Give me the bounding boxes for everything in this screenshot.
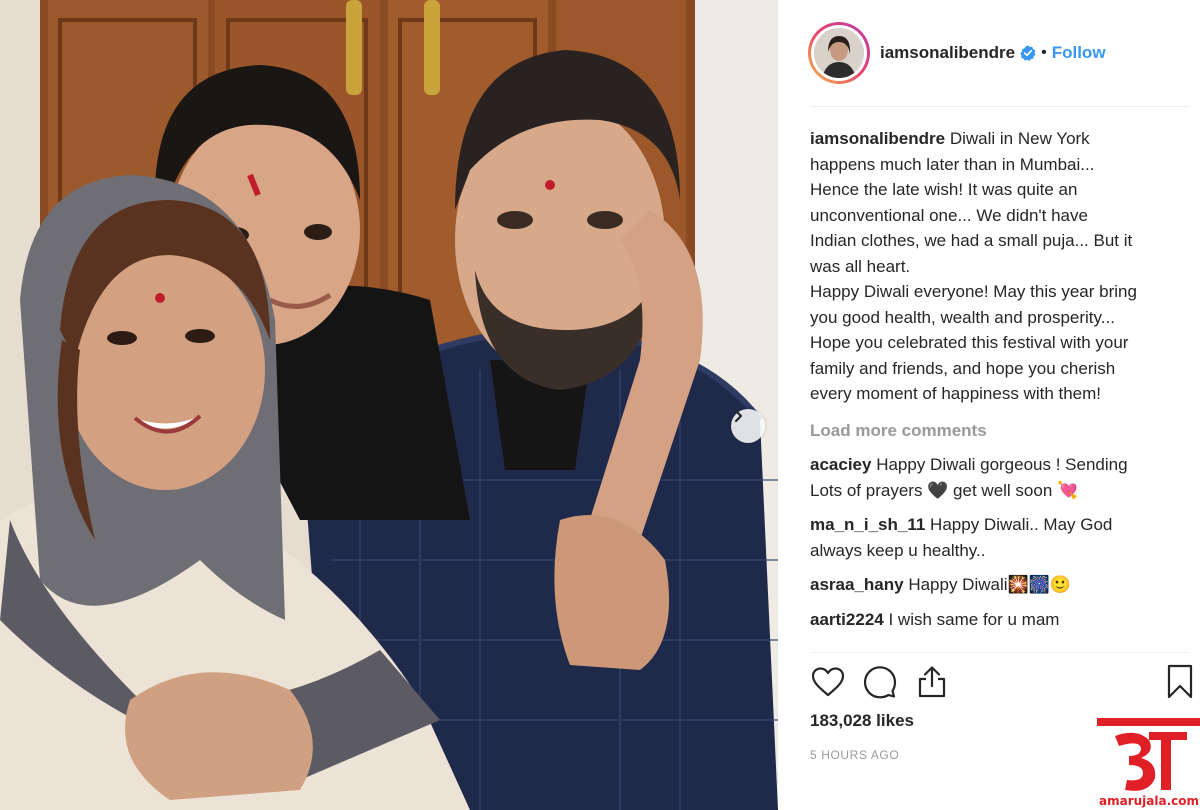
comments-section: iamsonalibendre Diwali in New York happe… [810,126,1178,632]
caption-text-line: was all heart. [810,256,911,276]
post-sidebar: iamsonalibendre • Follow iamsonalibendre… [778,0,1200,810]
comment-username[interactable]: ma_n_i_sh_11 [810,515,925,534]
actions-divider [810,652,1190,653]
verified-badge-icon [1020,45,1036,61]
post-photo [0,0,778,810]
chevron-right-icon [734,409,743,423]
caption-text-line: Hope you celebrated this festival with y… [810,333,1129,352]
family-photo-image [0,0,778,810]
header-divider [810,106,1190,107]
caption-text-line: Diwali in New York [949,129,1090,148]
comment-username[interactable]: acaciey [810,455,871,474]
save-button[interactable] [1160,660,1200,704]
comment-button[interactable] [860,660,900,704]
comment-text: Happy Diwali.. May God [930,515,1113,534]
caption-text-line: family and friends, and hope you cherish [810,358,1116,378]
action-bar [808,660,1198,704]
comment-text: always keep u healthy.. [810,540,986,560]
caption-text-line: unconventional one... We didn't have [810,205,1088,225]
comment-text: I wish same for u mam [888,609,1060,629]
amarujala-watermark-logo: amarujala.com [1097,718,1200,810]
post-timestamp[interactable]: 5 HOURS AGO [810,748,899,762]
likes-count[interactable]: 183,028 likes [810,711,914,731]
comment-text: Lots of prayers 🖤 get well soon 💘 [810,480,1079,500]
post-author-username[interactable]: iamsonalibendre [880,43,1015,63]
comment-username[interactable]: aarti2224 [810,610,884,629]
caption-text-line: Indian clothes, we had a small puja... B… [810,231,1133,250]
heart-icon [811,667,845,697]
caption-text-line: Hence the late wish! It was quite an [810,180,1078,199]
post-header: iamsonalibendre • Follow [808,18,1193,88]
caption-text-line: happens much later than in Mumbai... [810,154,1095,174]
like-button[interactable] [808,660,848,704]
load-more-comments-button[interactable]: Load more comments [810,418,1178,444]
comment-item: aarti2224 I wish same for u mam [810,607,1178,633]
share-icon [918,666,946,698]
share-button[interactable] [912,660,952,704]
caption: iamsonalibendre Diwali in New York happe… [810,126,1178,407]
next-photo-button[interactable] [731,409,765,443]
caption-text-line: you good health, wealth and prosperity..… [810,307,1115,327]
follow-button[interactable]: Follow [1052,43,1106,63]
comment-text: Happy Diwali🎇🎆🙂 [908,575,1072,594]
watermark-site: amarujala.com [1099,794,1200,808]
caption-text-line: every moment of happiness with them! [810,384,1102,403]
avatar[interactable] [808,22,870,84]
comment-username[interactable]: asraa_hany [810,575,904,594]
comment-item: ma_n_i_sh_11 Happy Diwali.. May God alwa… [810,512,1178,563]
comment-item: acaciey Happy Diwali gorgeous ! Sending … [810,452,1178,503]
avatar-image [814,28,864,78]
caption-username[interactable]: iamsonalibendre [810,129,945,148]
separator-dot: • [1041,44,1047,61]
amarujala-logo-icon [1097,718,1200,791]
caption-text-line: Happy Diwali everyone! May this year bri… [810,282,1137,301]
comment-icon [863,666,897,699]
comment-text: Happy Diwali gorgeous ! Sending [876,455,1128,474]
comment-item: asraa_hany Happy Diwali🎇🎆🙂 [810,572,1178,598]
bookmark-icon [1167,664,1193,699]
